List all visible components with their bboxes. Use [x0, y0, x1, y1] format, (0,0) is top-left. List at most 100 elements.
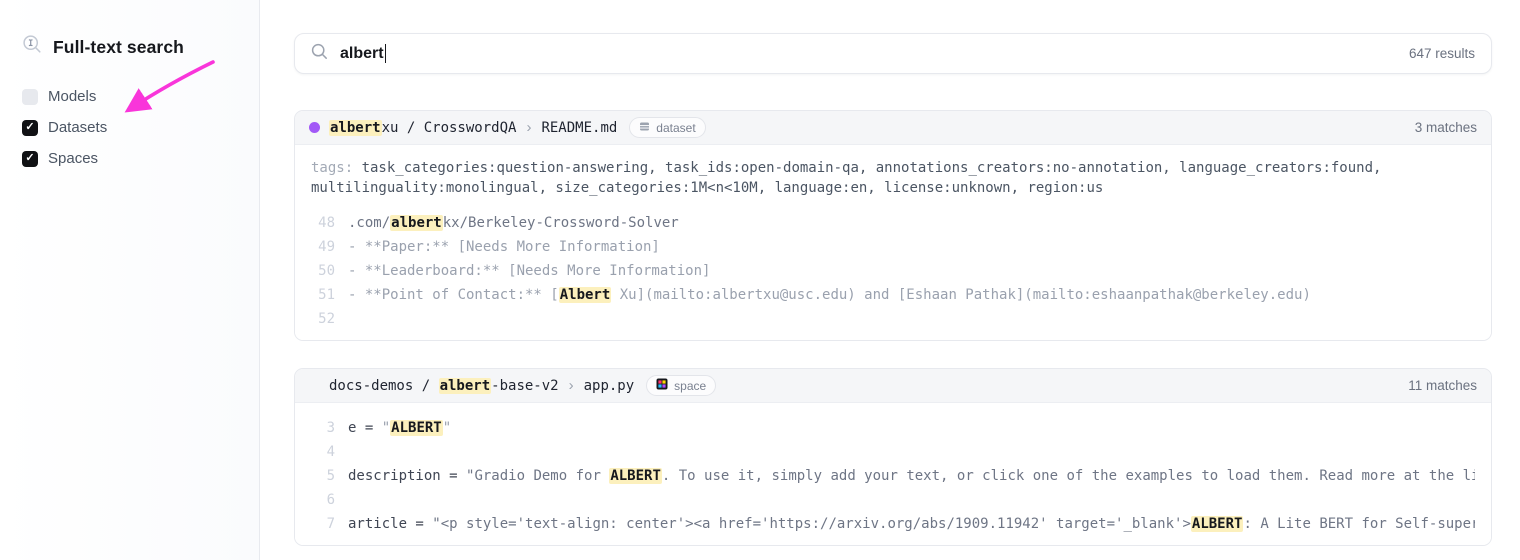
text-segment-highlight: Albert [559, 287, 612, 303]
chevron-right-icon: › [569, 377, 574, 394]
filter-label: Spaces [48, 150, 98, 167]
code-line: 51 - **Point of Contact:** [Albert Xu](ma… [311, 283, 1475, 307]
text-segment: - **Paper:** [Needs More Information] [348, 239, 660, 255]
line-number: 49 [311, 235, 335, 259]
code-snippet: 3e = "ALBERT"45description = "Gradio Dem… [311, 416, 1475, 536]
code-text: - **Leaderboard:** [Needs More Informati… [348, 259, 710, 283]
line-number: 5 [311, 464, 335, 488]
avatar [309, 122, 320, 133]
file-name: README.md [541, 120, 617, 136]
code-line: 7 article = "<p style='text-align: center… [311, 512, 1475, 536]
result-body: tags: task_categories:question-answering… [295, 145, 1491, 340]
badge-label: space [674, 379, 706, 393]
code-text: .com/albertkx/Berkeley-Crossword-Solver [348, 211, 679, 235]
search-icon [311, 43, 328, 65]
tags-line: tags: task_categories:question-answering… [311, 158, 1475, 198]
line-number: 50 [311, 259, 335, 283]
line-number: 52 [311, 307, 335, 331]
line-number: 48 [311, 211, 335, 235]
line-number: 7 [311, 512, 335, 536]
code-line: 5 description = "Gradio Demo for ALBERT. … [311, 464, 1475, 488]
filter-label: Models [48, 88, 96, 105]
dataset-icon [639, 121, 650, 135]
filter-list: Models ✓ Datasets ✓ Spaces [0, 88, 259, 167]
text-segment: "Gradio Demo for [466, 468, 609, 484]
code-line: 49 - **Paper:** [Needs More Information] [311, 235, 1475, 259]
code-text: article = "<p style='text-align: center'… [348, 512, 1475, 536]
result-header-link[interactable]: docs-demos / albert-base-v2 › app.py space 1… [295, 369, 1491, 403]
text-segment-highlight: albert [439, 378, 492, 394]
result-body: 3e = "ALBERT"45description = "Gradio Dem… [295, 403, 1491, 545]
result-card: albertxu / CrosswordQA›README.mddataset3… [294, 110, 1492, 341]
file-name: app.py [584, 378, 635, 394]
code-line: 3 e = "ALBERT" [311, 416, 1475, 440]
text-segment-highlight: albert [329, 120, 382, 136]
sidebar: Full-text search Models ✓ Datasets ✓ Spaces [0, 0, 260, 560]
page-title: Full-text search [53, 37, 184, 58]
search-input[interactable]: albert 647 results [294, 33, 1492, 74]
result-card: docs-demos / albert-base-v2 › app.py space 1… [294, 368, 1492, 546]
badge-dataset: dataset [629, 117, 705, 138]
line-number: 6 [311, 488, 335, 512]
filter-label: Datasets [48, 119, 107, 136]
text-segment: Xu](mailto:albertxu@usc.edu) and [Eshaan… [611, 287, 1311, 303]
text-segment: "<p style='text-align: center'><a href='… [432, 516, 1191, 532]
space-icon [656, 378, 668, 393]
text-segment-highlight: albert [390, 215, 443, 231]
line-number: 4 [311, 440, 335, 464]
text-segment-highlight: ALBERT [390, 420, 443, 436]
code-line: 6 [311, 488, 1475, 512]
text-segment: e = [348, 420, 382, 436]
code-line: 50 - **Leaderboard:** [Needs More Informa… [311, 259, 1475, 283]
code-line: 48 .com/albertkx/Berkeley-Crossword-Solve… [311, 211, 1475, 235]
results-list: albertxu / CrosswordQA›README.mddataset3… [294, 110, 1492, 546]
text-segment: kx/Berkeley-Crossword-Solver [443, 215, 679, 231]
text-segment: : A Lite BERT for Self-supervise [1243, 516, 1475, 532]
text-segment: " [443, 420, 451, 436]
text-segment: xu / CrosswordQA [382, 120, 517, 136]
tags-text: task_categories:question-answering, task… [311, 160, 1381, 196]
repo-path: docs-demos / albert-base-v2 [329, 378, 559, 394]
badge-space: space [646, 375, 716, 396]
repo-path: albertxu / CrosswordQA [329, 120, 516, 136]
filter-row-spaces[interactable]: ✓ Spaces [22, 150, 259, 167]
badge-label: dataset [656, 121, 695, 135]
text-segment: -base-v2 [491, 378, 558, 394]
text-segment-highlight: ALBERT [609, 468, 662, 484]
match-count: 3 matches [1415, 120, 1477, 135]
line-number: 51 [311, 283, 335, 307]
match-count: 11 matches [1408, 378, 1477, 393]
results-count: 647 results [1409, 46, 1475, 61]
text-segment: " [382, 420, 390, 436]
sidebar-header: Full-text search [0, 0, 259, 60]
fulltext-search-icon [22, 34, 43, 60]
chevron-right-icon: › [526, 119, 531, 136]
text-segment: - **Point of Contact:** [ [348, 287, 559, 303]
page: Full-text search Models✓Datasets✓Spaces … [0, 0, 1520, 560]
code-text: - **Paper:** [Needs More Information] [348, 235, 660, 259]
filter-row-datasets[interactable]: ✓ Datasets [22, 119, 259, 136]
code-line: 4 [311, 440, 1475, 464]
code-text: description = "Gradio Demo for ALBERT. T… [348, 464, 1475, 488]
text-cursor [385, 44, 387, 63]
code-line: 52 [311, 307, 1475, 331]
text-segment: - **Leaderboard:** [Needs More Informati… [348, 263, 710, 279]
text-segment-highlight: ALBERT [1191, 516, 1244, 532]
line-number: 3 [311, 416, 335, 440]
checkbox-spaces[interactable]: ✓ [22, 151, 38, 167]
search-query-text: albert [340, 45, 384, 63]
text-segment: article = [348, 516, 432, 532]
text-segment: .com/ [348, 215, 390, 231]
code-text: e = "ALBERT" [348, 416, 451, 440]
main-content: albert 647 results albertxu / CrosswordQ… [294, 0, 1492, 546]
result-header-link[interactable]: albertxu / CrosswordQA › README.md dataset 3… [295, 111, 1491, 145]
tags-label: tags: [311, 160, 362, 176]
text-segment: . To use it, simply add your text, or cl… [662, 468, 1475, 484]
checkbox-datasets[interactable]: ✓ [22, 120, 38, 136]
code-text: - **Point of Contact:** [Albert Xu](mail… [348, 283, 1311, 307]
checkbox-models[interactable] [22, 89, 38, 105]
text-segment: docs-demos / [329, 378, 439, 394]
text-segment: description = [348, 468, 466, 484]
filter-row-models[interactable]: Models [22, 88, 259, 105]
code-snippet: 48 .com/albertkx/Berkeley-Crossword-Solve… [311, 211, 1475, 331]
